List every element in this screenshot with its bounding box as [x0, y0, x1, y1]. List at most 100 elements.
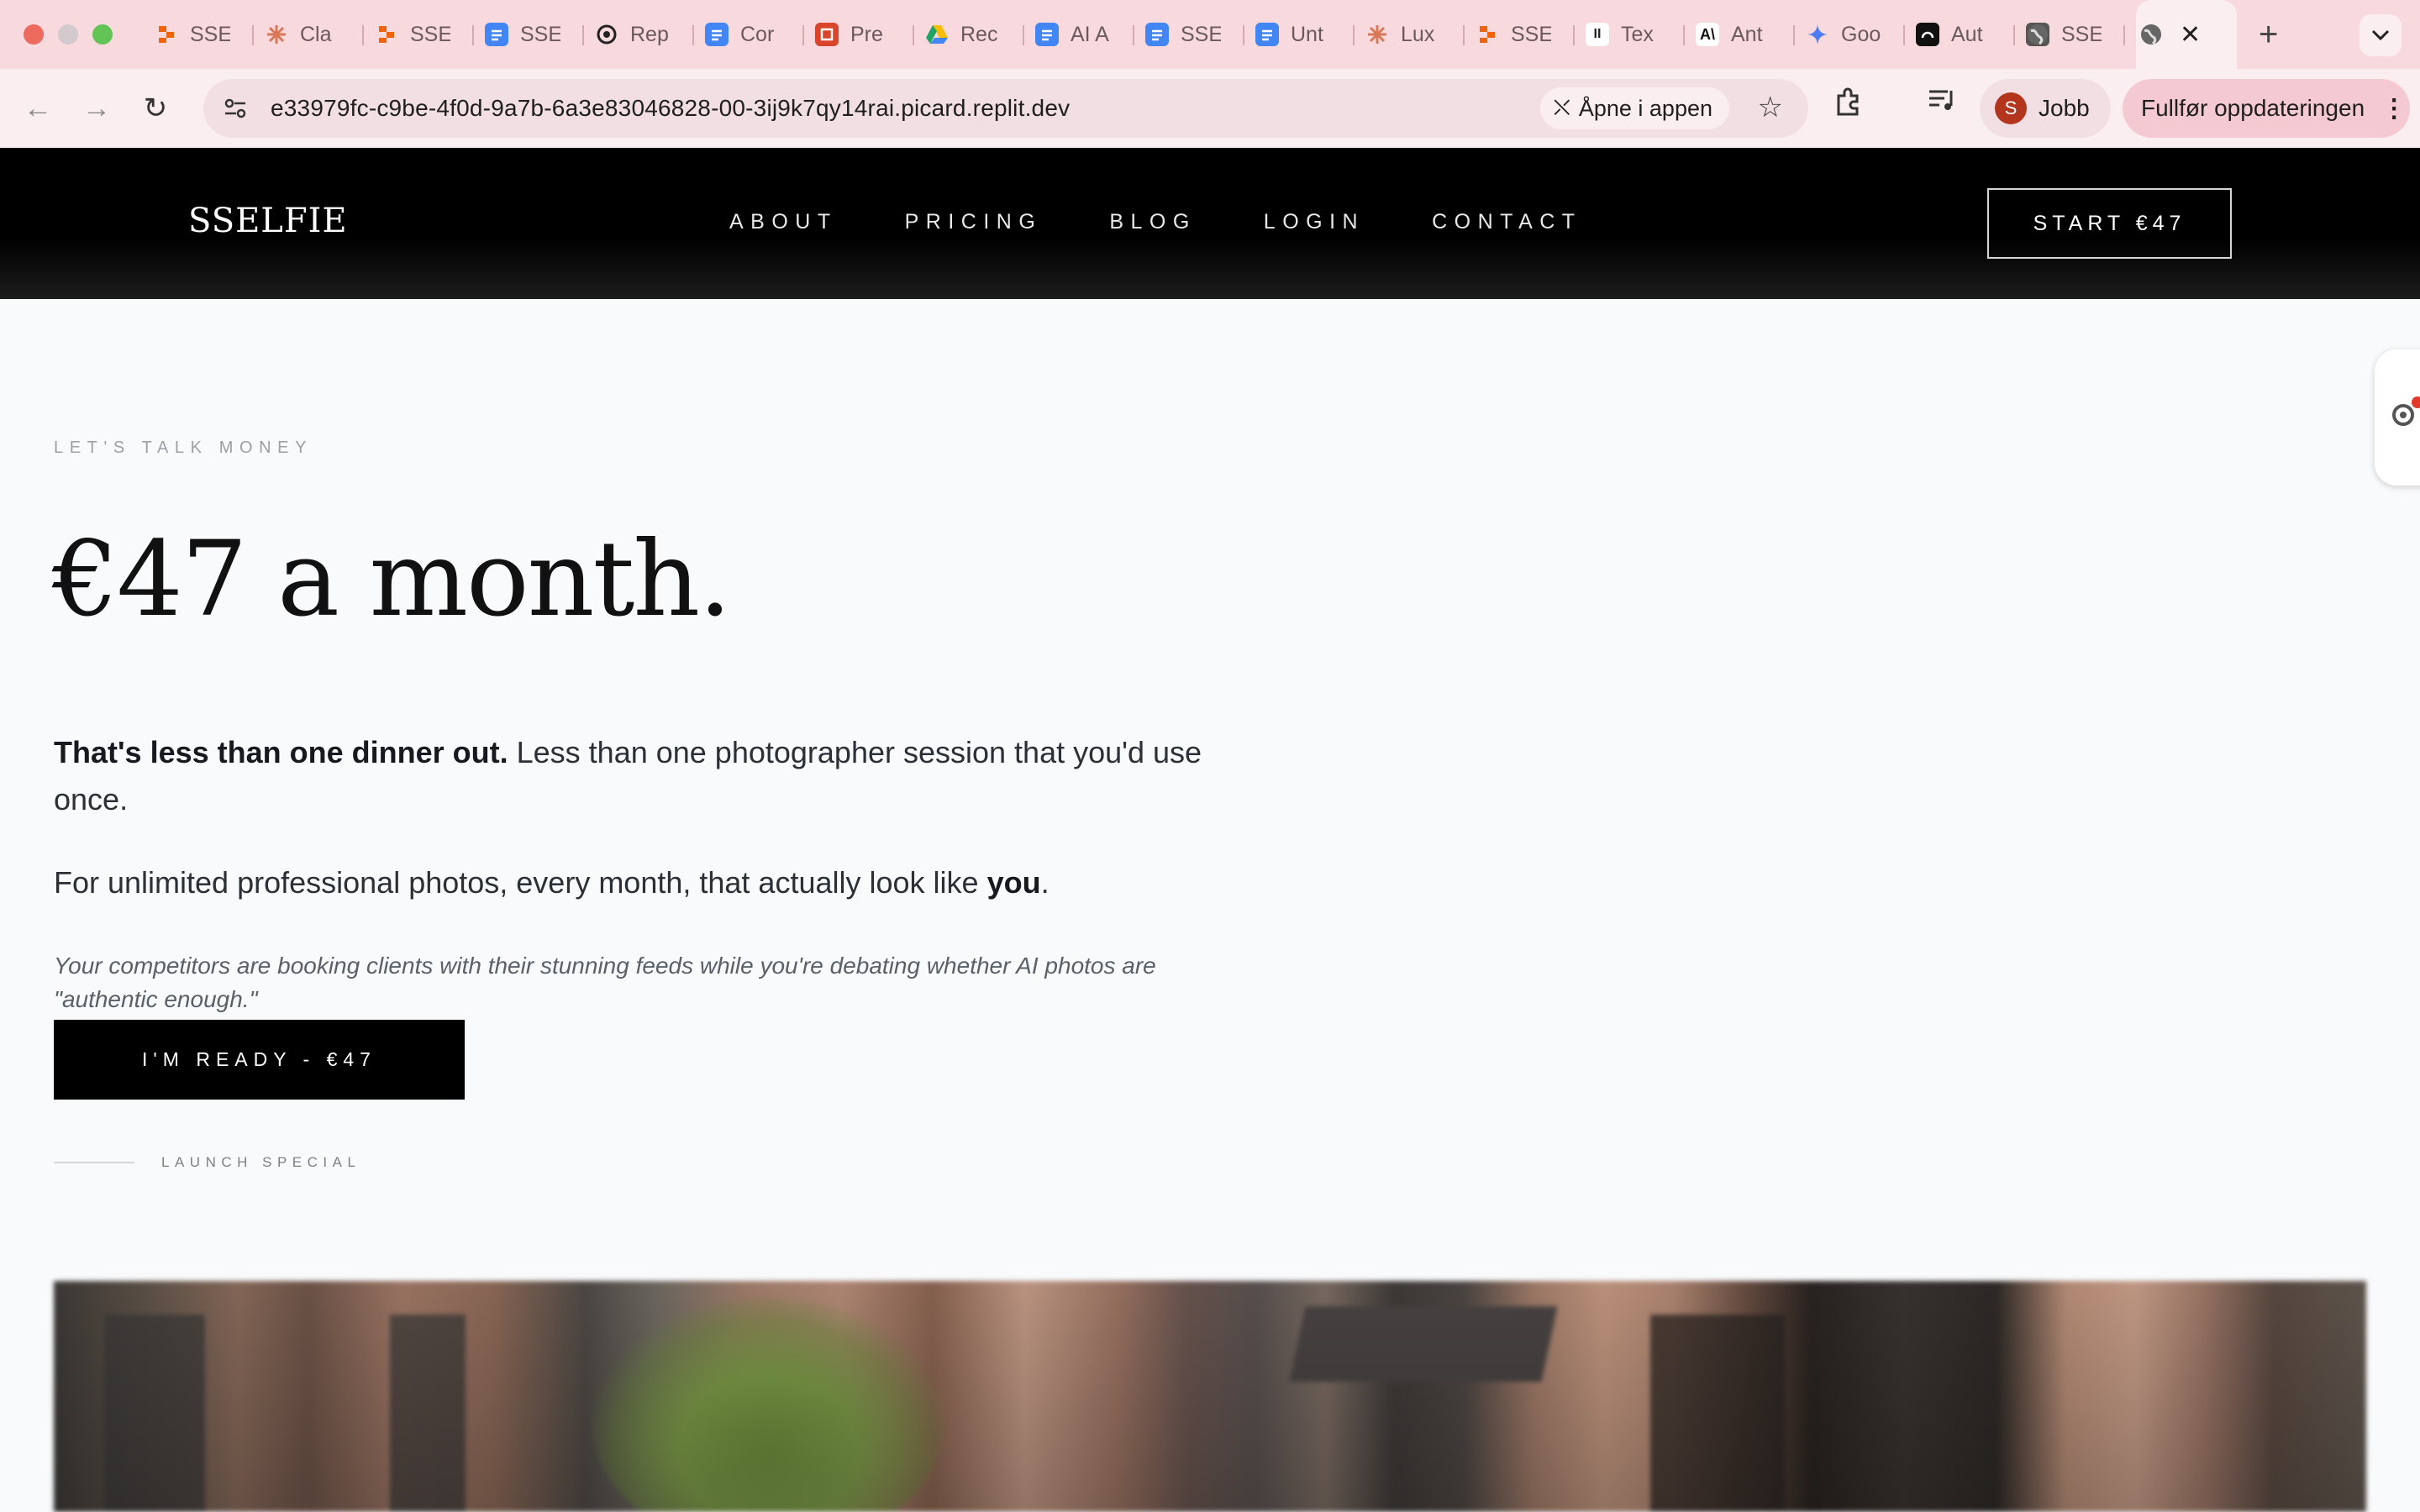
docs-icon — [1035, 23, 1059, 46]
back-arrow-icon[interactable]: ← — [8, 92, 67, 125]
site-settings-icon[interactable] — [215, 88, 255, 129]
profile-name: Jobb — [2039, 95, 2090, 121]
browser-tab[interactable]: Cor — [702, 0, 812, 69]
gemini-icon — [1806, 23, 1829, 46]
tab-title: Goo — [1841, 22, 1881, 46]
globe-icon — [2026, 23, 2049, 46]
nav-pricing[interactable]: PRICING — [905, 210, 1043, 234]
browser-tab[interactable]: Unt — [1252, 0, 1362, 69]
tab-title: SSE — [520, 22, 560, 46]
nav-contact[interactable]: CONTACT — [1432, 210, 1581, 234]
url-text[interactable]: e33979fc-c9be-4f0d-9a7b-6a3e83046828-00-… — [271, 95, 1070, 122]
docs-icon — [1145, 23, 1169, 46]
anthropic-icon: A\ — [1696, 23, 1719, 46]
notification-dot — [2412, 396, 2420, 408]
main-nav: ABOUT PRICING BLOG LOGIN CONTACT — [729, 210, 1649, 234]
minimize-window-button[interactable] — [58, 24, 78, 45]
value-end: . — [1040, 865, 1050, 900]
ready-button[interactable]: I'M READY - €47 — [54, 1020, 465, 1100]
value-paragraph: For unlimited professional photos, every… — [54, 865, 1050, 900]
browser-tab[interactable]: Aut — [1912, 0, 2023, 69]
profile-button[interactable]: S Jobb — [1980, 79, 2111, 138]
close-window-button[interactable] — [24, 24, 44, 45]
site-header: SSELFIE ABOUT PRICING BLOG LOGIN CONTACT… — [0, 148, 2420, 299]
extensions-puzzle-icon[interactable] — [1833, 87, 1864, 125]
value-bold: you — [986, 865, 1041, 900]
tab-title: SSE — [410, 22, 450, 46]
tab-title: Aut — [1951, 22, 1983, 46]
browser-tab[interactable]: Pre — [812, 0, 922, 69]
bookmark-star-icon[interactable]: ☆ — [1758, 91, 1783, 124]
reload-icon[interactable]: ↻ — [126, 92, 185, 125]
globe-icon — [2139, 23, 2163, 46]
open-in-app-label: Åpne i appen — [1578, 95, 1712, 121]
slides-icon — [815, 23, 839, 46]
tab-title: Rec — [960, 22, 998, 46]
tab-title: Unt — [1291, 22, 1323, 46]
more-menu-icon[interactable]: ⋮ — [2381, 94, 2407, 123]
media-controls-icon[interactable] — [1928, 87, 1956, 119]
browser-tab[interactable]: SSE — [371, 0, 481, 69]
browser-tab[interactable]: SSE — [1472, 0, 1582, 69]
openai-icon — [595, 23, 618, 46]
lead-bold: That's less than one dinner out. — [54, 735, 508, 769]
page-title: €47 a month. — [52, 519, 732, 640]
divider-line — [54, 1162, 134, 1163]
maximize-window-button[interactable] — [92, 24, 113, 45]
tab-title: Cla — [300, 22, 332, 46]
replit-icon — [155, 23, 178, 46]
site-logo[interactable]: SSELFIE — [188, 202, 348, 240]
new-tab-button[interactable]: + — [2259, 16, 2278, 54]
browser-tab[interactable]: Rep — [592, 0, 702, 69]
browser-toolbar: ← → ↻ e33979fc-c9be-4f0d-9a7b-6a3e830468… — [0, 69, 2420, 148]
active-tab[interactable]: ✕ — [2136, 0, 2237, 69]
browser-tab[interactable]: A\ Ant — [1692, 0, 1802, 69]
browser-tab[interactable]: Lux — [1362, 0, 1472, 69]
value-text: For unlimited professional photos, every… — [54, 865, 987, 900]
tab-title: Lux — [1401, 22, 1435, 46]
browser-tab[interactable]: SSE — [2023, 0, 2133, 69]
claude-icon — [1365, 23, 1389, 46]
browser-tab[interactable]: AI A — [1032, 0, 1142, 69]
address-bar[interactable]: e33979fc-c9be-4f0d-9a7b-6a3e83046828-00-… — [203, 79, 1808, 138]
competitor-quote: Your competitors are booking clients wit… — [54, 953, 1156, 1012]
close-tab-icon[interactable]: ✕ — [2180, 20, 2201, 50]
tab-title: Pre — [850, 22, 883, 46]
update-button[interactable]: Fullfør oppdateringen ⋮ — [2123, 79, 2410, 138]
nav-login[interactable]: LOGIN — [1264, 210, 1365, 234]
tab-title: Rep — [630, 22, 669, 46]
open-app-icon: ⛌ — [1553, 95, 1570, 120]
floating-widget[interactable] — [2375, 349, 2420, 486]
docs-icon — [705, 23, 729, 46]
browser-tab[interactable]: SSE — [481, 0, 592, 69]
lead-paragraph: That's less than one dinner out. Less th… — [54, 729, 1213, 823]
tab-list: SSE Cla SSE SSE Rep Cor Pre Rec AI A SSE Unt Lux SSE… — [151, 0, 2133, 69]
avatar: S — [1995, 92, 2027, 124]
tab-title: SSE — [2061, 22, 2102, 46]
tab-title: SSE — [190, 22, 230, 46]
replit-icon — [1476, 23, 1499, 46]
browser-tab[interactable]: SSE — [1142, 0, 1252, 69]
browser-tab[interactable]: Rec — [922, 0, 1032, 69]
browser-tab[interactable]: Goo — [1802, 0, 1912, 69]
start-button[interactable]: START €47 — [1987, 188, 2232, 259]
tab-title: AI A — [1071, 22, 1109, 46]
tab-title: Tex — [1621, 22, 1654, 46]
pause-icon: II — [1586, 23, 1609, 46]
docs-icon — [1255, 23, 1279, 46]
browser-tab[interactable]: Cla — [261, 0, 371, 69]
tab-title: SSE — [1181, 22, 1221, 46]
circle-logo-icon — [1916, 23, 1939, 46]
open-in-app-button[interactable]: ⛌ Åpne i appen — [1539, 87, 1729, 129]
update-label: Fullfør oppdateringen — [2141, 95, 2365, 121]
forward-arrow-icon[interactable]: → — [67, 92, 126, 125]
tab-search-chevron-icon[interactable] — [2360, 14, 2402, 56]
launch-special-label: LAUNCH SPECIAL — [161, 1154, 361, 1170]
claude-icon — [265, 23, 288, 46]
tab-title: Cor — [740, 22, 775, 46]
drive-icon — [925, 23, 949, 46]
browser-tab[interactable]: SSE — [151, 0, 261, 69]
nav-blog[interactable]: BLOG — [1109, 210, 1196, 234]
nav-about[interactable]: ABOUT — [729, 210, 838, 234]
browser-tab[interactable]: II Tex — [1582, 0, 1692, 69]
